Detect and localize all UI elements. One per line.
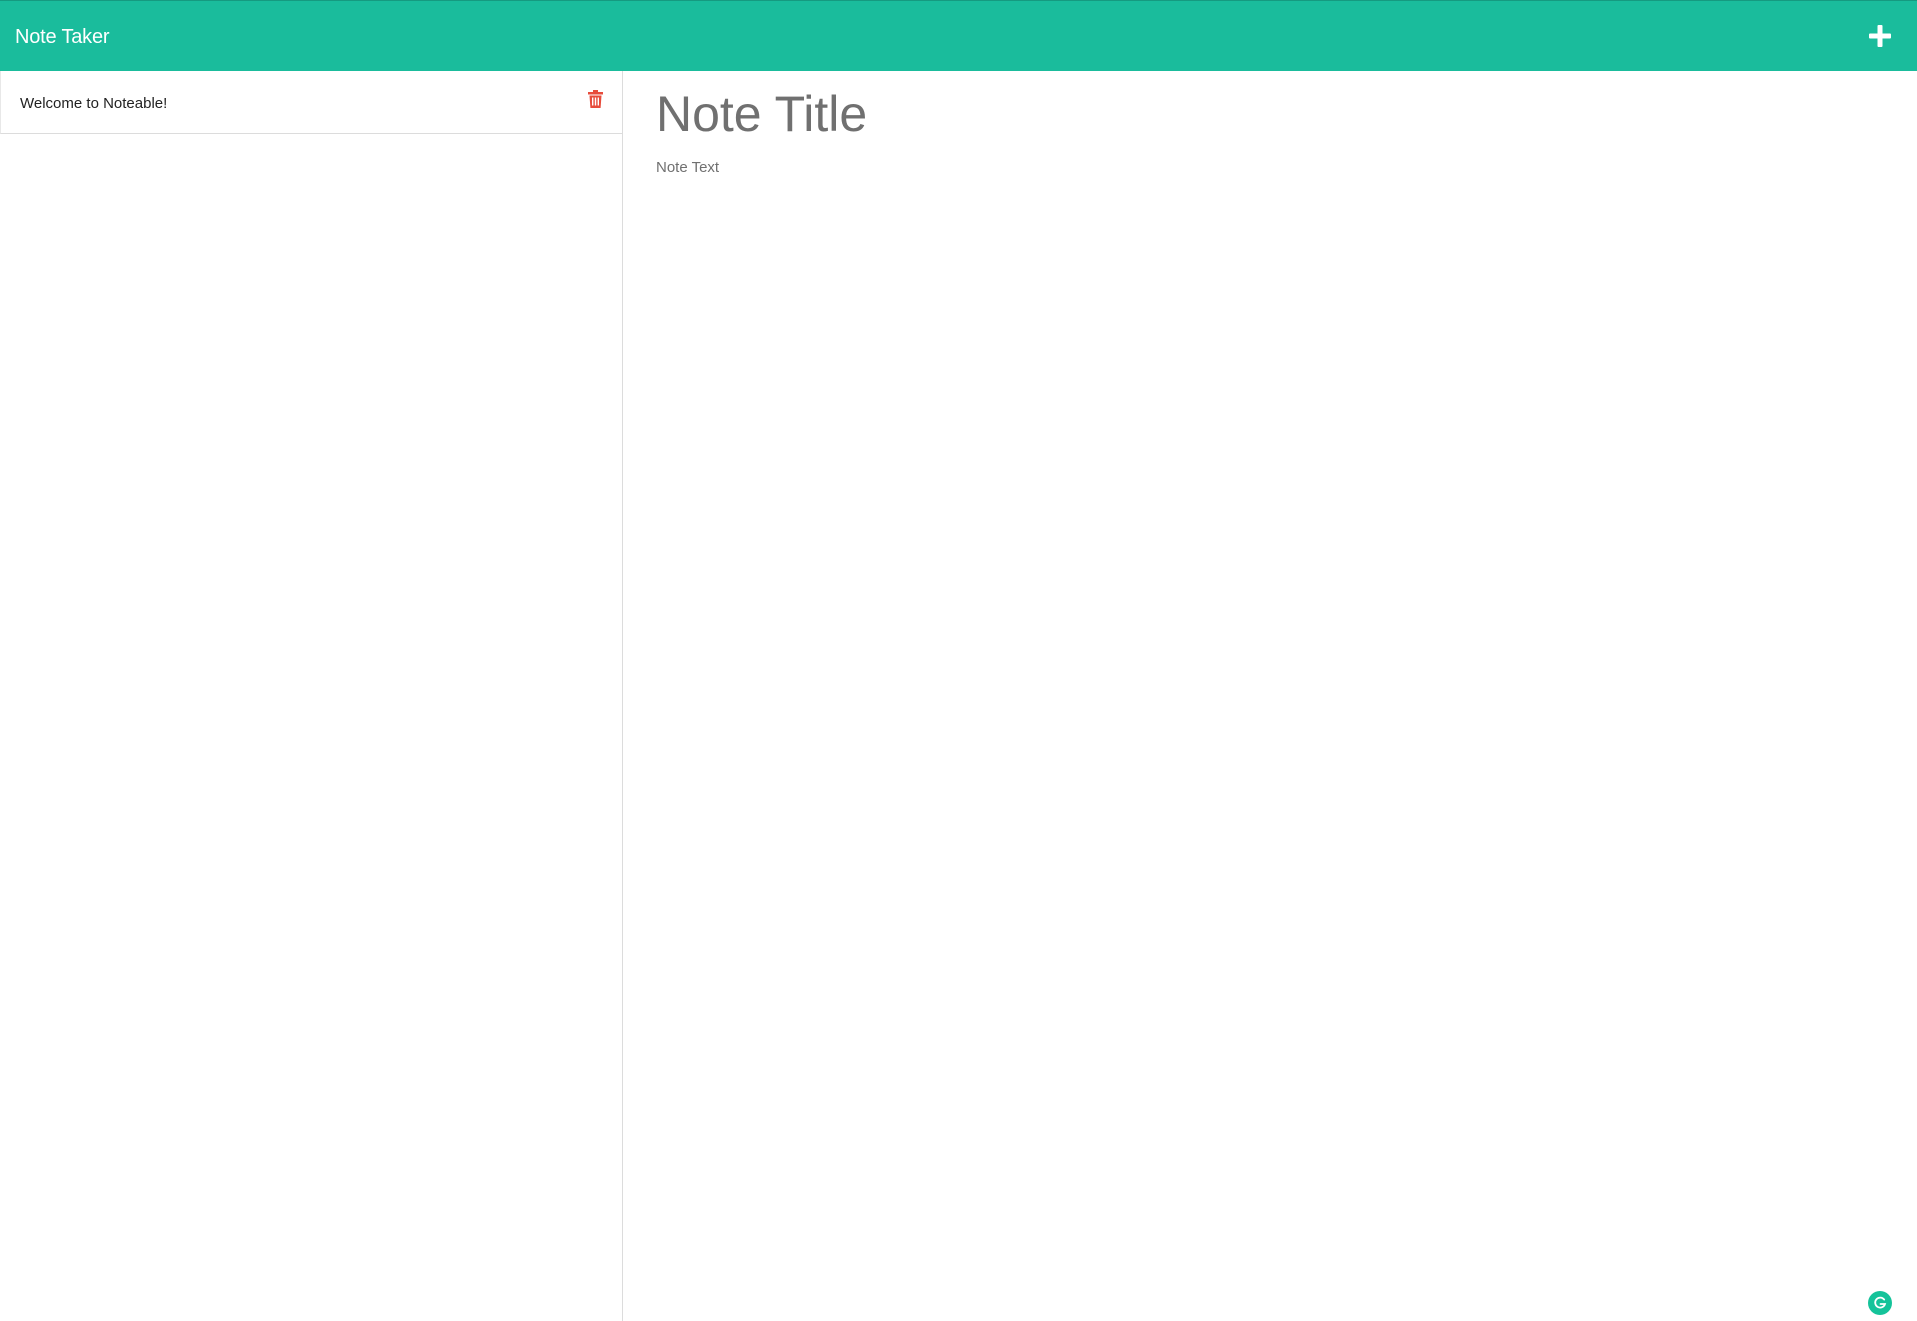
trash-icon	[587, 90, 603, 108]
grammarly-icon	[1874, 1296, 1887, 1309]
navbar: Note Taker	[0, 0, 1917, 71]
grammarly-badge[interactable]	[1868, 1291, 1892, 1315]
note-title-input[interactable]	[656, 83, 1885, 145]
note-editor	[624, 71, 1917, 1321]
note-item-title[interactable]: Welcome to Noteable!	[20, 95, 167, 112]
new-note-button[interactable]	[1862, 18, 1898, 54]
note-list: Welcome to Noteable!	[0, 71, 623, 1321]
note-text-input[interactable]	[656, 159, 1885, 1059]
brand-title[interactable]: Note Taker	[15, 26, 110, 49]
list-item[interactable]: Welcome to Noteable!	[0, 71, 623, 134]
plus-icon	[1869, 25, 1891, 47]
delete-note-button[interactable]	[585, 88, 605, 110]
